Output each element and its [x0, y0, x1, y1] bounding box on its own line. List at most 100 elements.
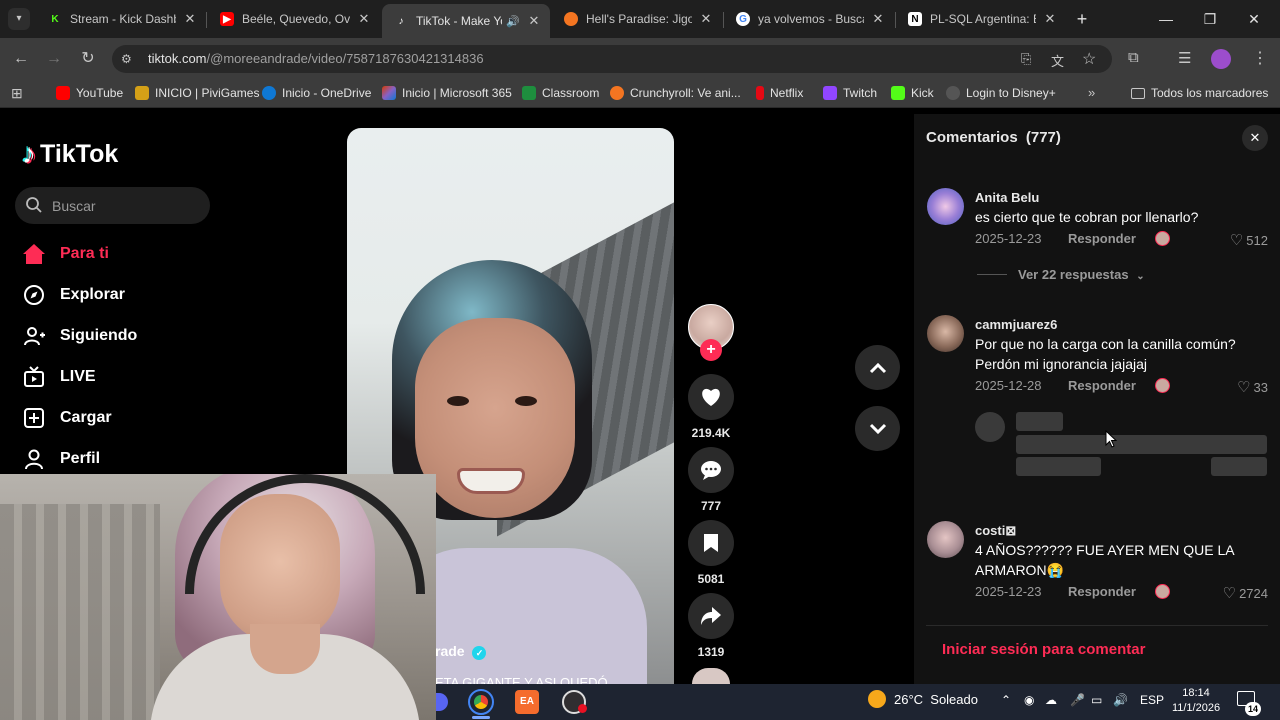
weather-widget[interactable]: 26°C Soleado: [868, 690, 978, 708]
tiktok-logo[interactable]: ♪ TikTok: [22, 138, 118, 170]
bookmark-crunchyroll[interactable]: Crunchyroll: Ve ani...: [610, 86, 741, 100]
youtube-icon: [56, 86, 70, 100]
loading-skeleton-line: [1016, 435, 1267, 454]
onedrive-cloud-icon[interactable]: ☁: [1045, 693, 1057, 707]
bookmark-pivigames[interactable]: INICIO | PiviGames: [135, 86, 259, 100]
previous-video-button[interactable]: [855, 345, 900, 390]
comment-likes[interactable]: ♡ 512: [1230, 231, 1268, 249]
reply-button[interactable]: Responder: [1068, 584, 1136, 599]
bookmark-star-icon[interactable]: ☆: [1082, 49, 1096, 69]
reload-icon[interactable]: ↻: [77, 48, 99, 70]
nav-item-cargar[interactable]: Cargar: [22, 406, 112, 430]
bookmark-kick[interactable]: Kick: [891, 86, 934, 100]
comment-author[interactable]: cammjuarez6: [975, 317, 1057, 332]
url-text[interactable]: tiktok.com/@moreeandrade/video/758718763…: [148, 51, 484, 66]
comment-author[interactable]: costi⊠: [975, 523, 1016, 539]
avatar[interactable]: [927, 315, 964, 352]
follow-plus-icon[interactable]: +: [700, 339, 722, 361]
bookmark-youtube[interactable]: YouTube: [56, 86, 123, 100]
bookmark-twitch[interactable]: Twitch: [823, 86, 877, 100]
speaker-icon[interactable]: 🔊: [506, 15, 520, 28]
chrome-taskbar-icon[interactable]: [468, 689, 494, 715]
search-input[interactable]: [15, 187, 210, 224]
restore-button[interactable]: ❐: [1190, 6, 1230, 32]
profile-avatar-icon[interactable]: [1211, 49, 1231, 69]
crunchyroll-icon: [610, 86, 624, 100]
menu-icon[interactable]: ⋮: [1252, 48, 1268, 68]
close-tab-icon[interactable]: ✕: [356, 11, 372, 27]
close-tab-icon[interactable]: ✕: [526, 13, 542, 29]
ea-app-icon[interactable]: EA: [515, 690, 539, 714]
close-tab-icon[interactable]: ✕: [698, 11, 714, 27]
bookmark-disney[interactable]: Login to Disney+: [946, 86, 1056, 100]
webcam-person-neck: [250, 624, 320, 674]
reply-button[interactable]: Responder: [1068, 231, 1136, 246]
comment-author[interactable]: Anita Belu: [975, 190, 1039, 205]
language-indicator[interactable]: ESP: [1140, 693, 1164, 707]
network-icon[interactable]: ▭: [1091, 693, 1102, 707]
comment-likes[interactable]: ♡ 33: [1237, 378, 1268, 396]
extensions-icon[interactable]: ⧉: [1128, 49, 1139, 66]
install-app-icon[interactable]: ⎘: [1021, 51, 1031, 67]
volume-icon[interactable]: 🔊: [1113, 693, 1128, 707]
bookmark-microsoft365[interactable]: Inicio | Microsoft 365: [382, 86, 512, 100]
loading-skeleton-line: [1016, 412, 1063, 431]
bookmark-onedrive[interactable]: Inicio - OneDrive: [262, 86, 371, 100]
browser-tab[interactable]: G ya volvemos - Buscar ✕: [724, 4, 894, 34]
globe-icon: [946, 86, 960, 100]
folder-icon: [1131, 87, 1145, 99]
browser-tab[interactable]: N PL-SQL Argentina: En ✕: [896, 4, 1066, 34]
loading-skeleton-line: [1016, 457, 1101, 476]
comment-button[interactable]: [688, 447, 734, 493]
translate-icon[interactable]: 文: [1051, 51, 1064, 70]
back-icon[interactable]: ←: [10, 48, 32, 70]
share-button[interactable]: [688, 593, 734, 639]
close-comments-button[interactable]: ✕: [1242, 125, 1268, 151]
close-tab-icon[interactable]: ✕: [1042, 11, 1058, 27]
browser-tab[interactable]: ▶ Beéle, Quevedo, Ovy ✕: [208, 4, 380, 34]
show-hidden-icons-icon[interactable]: ⌃: [1001, 693, 1011, 707]
kick-icon: [891, 86, 905, 100]
new-tab-button[interactable]: +: [1070, 8, 1094, 30]
close-tab-icon[interactable]: ✕: [870, 11, 886, 27]
browser-tab[interactable]: K Stream - Kick Dashbo ✕: [36, 4, 206, 34]
nav-item-explorar[interactable]: Explorar: [22, 283, 125, 307]
browser-tab[interactable]: Hell's Paradise: Jigok ✕: [552, 4, 722, 34]
all-bookmarks-folder[interactable]: Todos los marcadores: [1131, 86, 1268, 100]
bookmark-netflix[interactable]: Netflix: [756, 86, 803, 100]
apps-grid-icon[interactable]: ⊞: [11, 85, 23, 102]
bookmark-classroom[interactable]: Classroom: [522, 86, 599, 100]
comment-text: Por que no la carga con la canilla común…: [975, 336, 1236, 372]
more-bookmarks-icon[interactable]: »: [1088, 85, 1095, 100]
nav-item-para-ti[interactable]: Para ti: [22, 242, 109, 266]
video-caption: ETA GIGANTE Y ASI QUEDÓ: [435, 675, 608, 684]
login-to-comment-link[interactable]: Iniciar sesión para comentar: [942, 641, 1145, 658]
search-placeholder: Buscar: [52, 198, 96, 214]
minimize-button[interactable]: —: [1146, 6, 1186, 32]
tray-app-icon[interactable]: ◉: [1024, 693, 1034, 707]
like-button[interactable]: [688, 374, 734, 420]
clock[interactable]: 18:14 11/1/2026: [1170, 686, 1222, 716]
nav-item-siguiendo[interactable]: Siguiendo: [22, 324, 137, 348]
twitch-icon: [823, 86, 837, 100]
media-control-icon[interactable]: ☰: [1178, 49, 1191, 67]
site-info-icon[interactable]: ⚙: [121, 52, 132, 66]
save-button[interactable]: [688, 520, 734, 566]
next-video-button[interactable]: [855, 406, 900, 451]
microphone-icon[interactable]: 🎤: [1070, 693, 1085, 707]
avatar[interactable]: [927, 188, 964, 225]
user-plus-icon: [22, 324, 46, 348]
nav-item-live[interactable]: LIVE: [22, 365, 96, 389]
forward-icon[interactable]: →: [43, 48, 65, 70]
music-disc-icon[interactable]: [692, 668, 730, 684]
tab-search-button[interactable]: ▾: [8, 8, 30, 30]
avatar[interactable]: [927, 521, 964, 558]
nav-item-perfil[interactable]: Perfil: [22, 447, 100, 471]
close-tab-icon[interactable]: ✕: [182, 11, 198, 27]
reply-button[interactable]: Responder: [1068, 378, 1136, 393]
view-replies-button[interactable]: Ver 22 respuestas ⌄: [1018, 267, 1145, 282]
comment-likes[interactable]: ♡ 2724: [1223, 584, 1268, 602]
likes-count: 219.4K: [691, 426, 731, 440]
close-window-button[interactable]: ✕: [1234, 6, 1274, 32]
browser-tab-active[interactable]: ♪ TikTok - Make Yo 🔊 ✕: [382, 4, 550, 38]
